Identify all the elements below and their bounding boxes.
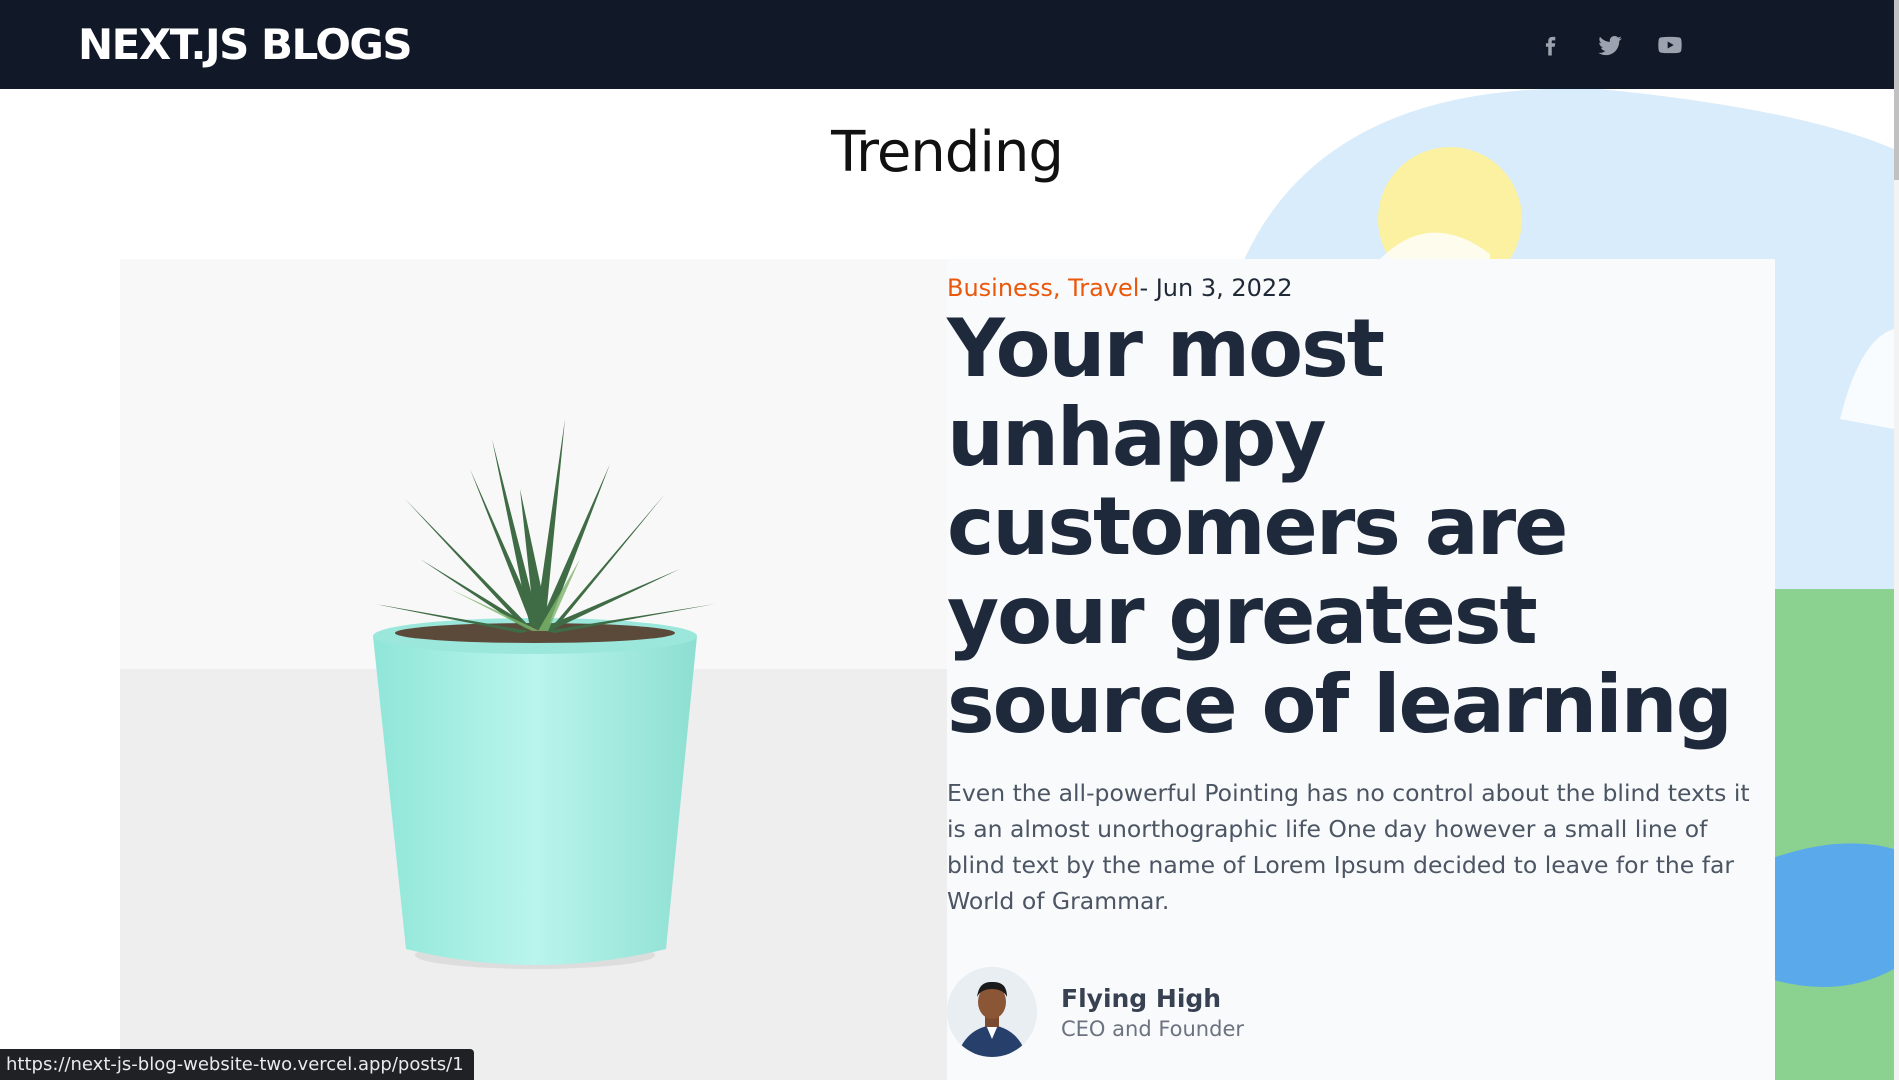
post-content: Business, Travel- Jun 3, 2022 Your most … [947,259,1750,1057]
navbar: NEXT.JS BLOGS [0,0,1894,89]
post-categories-link[interactable]: Business, Travel [947,274,1139,302]
link-preview-status: https://next-js-blog-website-two.vercel.… [0,1049,474,1080]
author-avatar [947,967,1037,1057]
youtube-icon[interactable] [1656,31,1684,59]
section-title: Trending [831,120,1064,185]
post-meta: Business, Travel- Jun 3, 2022 [947,274,1747,302]
author-name: Flying High [1061,983,1222,1013]
social-links [1536,31,1684,59]
post-image[interactable] [120,259,947,1080]
post-author: Flying High CEO and Founder [947,967,1244,1057]
scrollbar[interactable] [1894,0,1899,1080]
facebook-icon[interactable] [1536,31,1564,59]
author-info: Flying High CEO and Founder [1061,984,1244,1041]
scrollbar-thumb[interactable] [1894,0,1899,180]
post-date: - Jun 3, 2022 [1139,274,1293,302]
author-role: CEO and Founder [1061,1016,1245,1041]
twitter-icon[interactable] [1596,31,1624,59]
post-title-link[interactable]: Your most unhappy customers are your gre… [947,304,1747,749]
post-excerpt: Even the all-powerful Pointing has no co… [947,779,1750,915]
trending-post-card[interactable]: Business, Travel- Jun 3, 2022 Your most … [120,259,1775,1080]
brand-logo-link[interactable]: NEXT.JS BLOGS [78,20,413,69]
